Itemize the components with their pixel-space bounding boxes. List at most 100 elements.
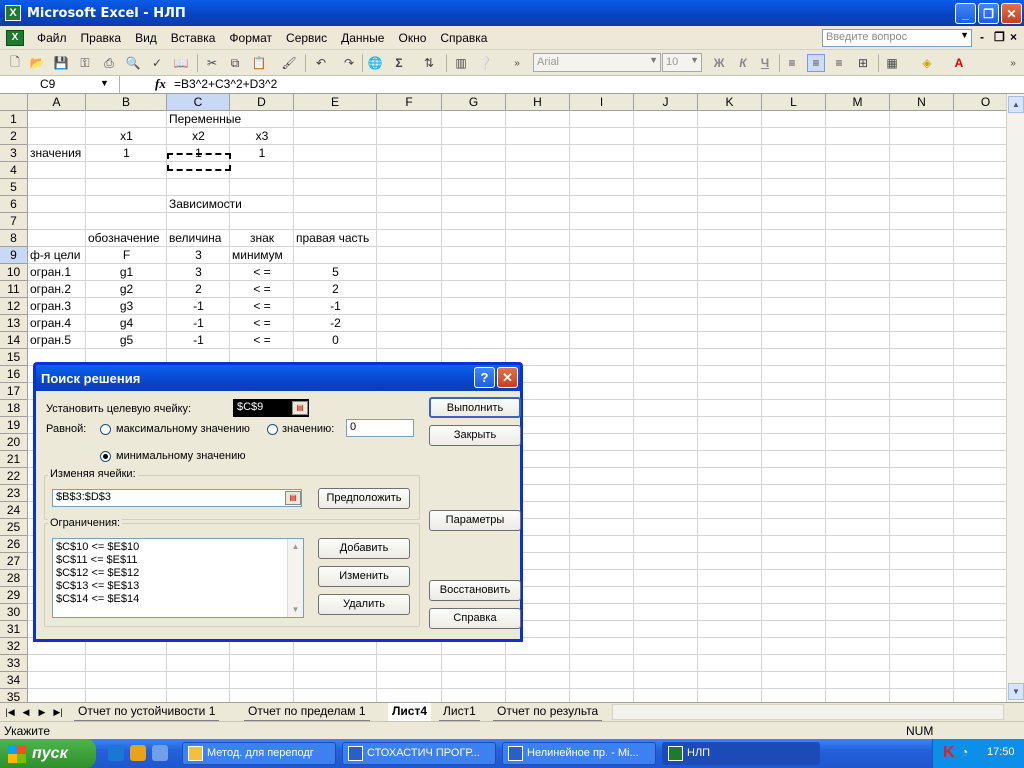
dialog-help-icon[interactable]: ? (474, 367, 495, 388)
prev-sheet-icon[interactable]: ◀ (20, 704, 32, 720)
cell-a14[interactable]: огран.5 (30, 332, 84, 349)
row-header[interactable]: 20 (0, 434, 28, 451)
row-header[interactable]: 22 (0, 468, 28, 485)
collapse-dialog-icon[interactable]: ▤ (292, 401, 308, 415)
cell-b2[interactable]: x1 (88, 128, 165, 145)
bold-button[interactable]: Ж (710, 54, 728, 72)
sheet-tab[interactable]: Отчет по результа (493, 703, 603, 721)
row-header[interactable]: 11 (0, 281, 28, 298)
column-header[interactable]: H (506, 94, 570, 111)
column-header[interactable]: M (826, 94, 890, 111)
list-item[interactable]: $C$13 <= $E$13 (56, 580, 139, 592)
show-desktop-icon[interactable] (152, 745, 168, 761)
align-right-icon[interactable]: ≡ (830, 54, 848, 72)
help-icon[interactable]: ❔ (476, 54, 494, 72)
permission-icon[interactable]: ⚿ (76, 54, 94, 72)
row-header[interactable]: 26 (0, 536, 28, 553)
column-header[interactable]: O (954, 94, 1006, 111)
menu-view[interactable]: Вид (128, 31, 164, 45)
column-header[interactable]: K (698, 94, 762, 111)
format-painter-icon[interactable]: 🖌 (280, 54, 298, 72)
scroll-up-icon[interactable]: ▲ (1008, 96, 1024, 113)
vertical-scrollbar[interactable]: ▲ ▼ (1006, 94, 1024, 702)
help-button[interactable]: Справка (429, 608, 521, 629)
row-header[interactable]: 24 (0, 502, 28, 519)
row-header[interactable]: 5 (0, 179, 28, 196)
underline-button[interactable]: Ч (756, 54, 774, 72)
row-header[interactable]: 9 (0, 247, 28, 264)
ie-icon[interactable] (108, 745, 124, 761)
undo-icon[interactable]: ↶ (312, 54, 330, 72)
fill-color-icon[interactable]: ◈ (918, 54, 936, 72)
chart-icon[interactable]: ▥ (452, 54, 470, 72)
list-item[interactable]: $C$10 <= $E$10 (56, 541, 139, 553)
close-button[interactable]: ✕ (1001, 3, 1022, 24)
row-header[interactable]: 10 (0, 264, 28, 281)
cell-e8[interactable]: правая часть (296, 230, 375, 247)
cell-b3[interactable]: 1 (88, 145, 165, 162)
menu-help[interactable]: Справка (433, 31, 494, 45)
column-header[interactable]: N (890, 94, 954, 111)
align-left-icon[interactable]: ≡ (783, 54, 801, 72)
column-header[interactable]: I (570, 94, 634, 111)
value-radio[interactable] (267, 424, 278, 435)
save-icon[interactable]: 💾 (52, 54, 70, 72)
minimize-button[interactable]: _ (955, 3, 976, 24)
column-header[interactable]: E (294, 94, 377, 111)
menu-format[interactable]: Формат (222, 31, 279, 45)
print-icon[interactable]: ⎙ (100, 54, 118, 72)
mdi-close-icon[interactable]: × (1010, 30, 1017, 44)
scroll-up-icon[interactable]: ▲ (288, 539, 303, 554)
spelling-icon[interactable]: ✓ (148, 54, 166, 72)
list-scrollbar[interactable]: ▲ ▼ (287, 539, 303, 617)
add-button[interactable]: Добавить (318, 538, 410, 559)
horizontal-scrollbar[interactable] (612, 704, 1004, 720)
cell-a9[interactable]: ф-я цели (30, 247, 84, 264)
row-header[interactable]: 21 (0, 451, 28, 468)
task-word-1[interactable]: СТОХАСТИЧ ПРОГР... (342, 742, 496, 765)
row-header[interactable]: 7 (0, 213, 28, 230)
help-search-input[interactable]: Введите вопрос ▼ (822, 29, 972, 47)
cell-c6[interactable]: Зависимости (169, 196, 305, 213)
solve-button[interactable]: Выполнить (429, 397, 521, 418)
cell-c9[interactable]: 3 (169, 247, 228, 264)
new-icon[interactable]: 🗋 (6, 54, 24, 72)
font-name-select[interactable]: Arial ▼ (533, 53, 661, 72)
cell-a12[interactable]: огран.3 (30, 298, 84, 315)
cell-b9[interactable]: F (88, 247, 165, 264)
row-header[interactable]: 17 (0, 383, 28, 400)
sheet-tab[interactable]: Отчет по устойчивости 1 (74, 703, 220, 721)
row-header[interactable]: 18 (0, 400, 28, 417)
max-radio[interactable] (100, 424, 111, 435)
column-header[interactable]: A (28, 94, 86, 111)
cell-c14[interactable]: -1 (169, 332, 228, 349)
min-radio[interactable] (100, 451, 111, 462)
merge-center-icon[interactable]: ⊞ (854, 54, 872, 72)
options-button[interactable]: Параметры (429, 510, 521, 531)
column-header[interactable]: D (230, 94, 294, 111)
cell-d13[interactable]: < = (232, 315, 292, 332)
cell-d8[interactable]: знак (232, 230, 292, 247)
collapse-dialog-icon[interactable]: ▤ (285, 491, 301, 505)
sort-icon[interactable]: ⇅ (420, 54, 438, 72)
toolbar-options-2-icon[interactable]: » (1004, 54, 1022, 72)
row-header[interactable]: 23 (0, 485, 28, 502)
insert-function-icon[interactable]: fx (155, 76, 166, 92)
font-color-icon[interactable]: A (950, 54, 968, 72)
row-header[interactable]: 28 (0, 570, 28, 587)
row-header[interactable]: 6 (0, 196, 28, 213)
cell-d14[interactable]: < = (232, 332, 292, 349)
cell-a11[interactable]: огран.2 (30, 281, 84, 298)
select-all-corner[interactable] (0, 94, 28, 111)
list-item[interactable]: $C$14 <= $E$14 (56, 593, 139, 605)
row-header[interactable]: 8 (0, 230, 28, 247)
task-word-2[interactable]: Нелинейное пр. - Mi... (502, 742, 656, 765)
menu-window[interactable]: Окно (391, 31, 433, 45)
row-header[interactable]: 1 (0, 111, 28, 128)
copy-icon[interactable]: ⧉ (226, 54, 244, 72)
cell-d9[interactable]: минимум (232, 247, 292, 264)
task-folder[interactable]: Метод. для переподг (182, 742, 336, 765)
mdi-restore-icon[interactable]: ❐ (994, 30, 1005, 44)
list-item[interactable]: $C$11 <= $E$11 (56, 554, 138, 566)
scroll-down-icon[interactable]: ▼ (1008, 683, 1024, 700)
